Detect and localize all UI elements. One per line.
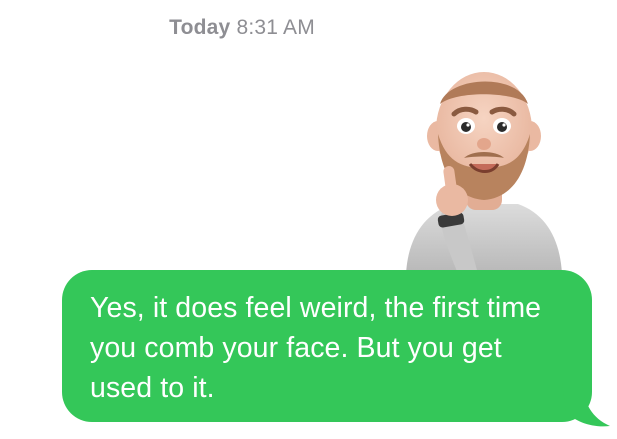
message-bubble-body: Yes, it does feel weird, the first time … (62, 270, 592, 422)
timestamp-day: Today (169, 16, 231, 39)
message-timestamp: Today 8:31 AM (0, 16, 484, 40)
message-text: Yes, it does feel weird, the first time … (90, 292, 542, 404)
bubble-tail-icon (562, 382, 610, 427)
message-bubble[interactable]: Yes, it does feel weird, the first time … (62, 270, 612, 430)
memoji-sticker-icon[interactable] (398, 64, 568, 274)
timestamp-time: 8:31 AM (236, 16, 315, 39)
